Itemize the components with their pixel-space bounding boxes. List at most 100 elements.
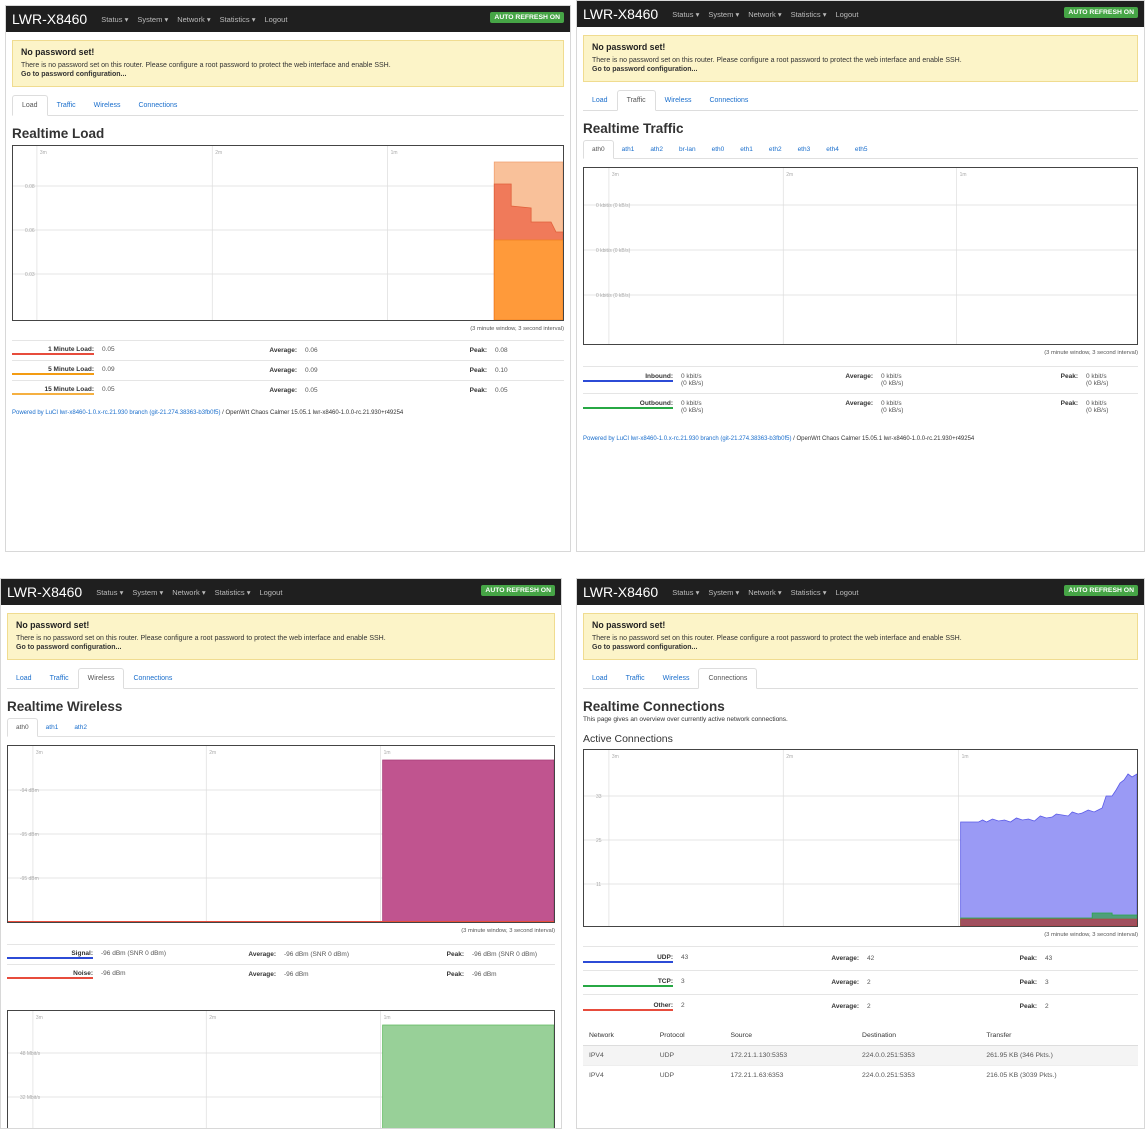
iface-tab-eth2[interactable]: eth2	[761, 141, 790, 158]
menu-statistics[interactable]: Statistics ▾	[220, 15, 256, 24]
window-caption: (3 minute window, 3 second interval)	[470, 325, 564, 332]
menu-system[interactable]: System ▾	[137, 15, 168, 24]
menu-network[interactable]: Network ▾	[748, 10, 781, 19]
tab-connections[interactable]: Connections	[698, 667, 758, 689]
menu-logout[interactable]: Logout	[835, 588, 858, 597]
brand-logo[interactable]: LWR-X8460	[583, 6, 658, 22]
no-password-alert: No password set! There is no password se…	[12, 40, 564, 87]
col-source[interactable]: Source	[724, 1025, 857, 1046]
menu-statistics[interactable]: Statistics ▾	[791, 10, 827, 19]
col-transfer[interactable]: Transfer	[980, 1025, 1138, 1046]
average-label: Average:	[269, 386, 297, 394]
stat-row: Outbound: 0 kbit/s (0 kB/s) Average: 0 kbit…	[583, 392, 1138, 420]
menu-network[interactable]: Network ▾	[172, 588, 205, 597]
x-tick: 2m	[209, 1015, 216, 1021]
menu-logout[interactable]: Logout	[264, 15, 287, 24]
iface-tab-ath0[interactable]: ath0	[583, 139, 614, 159]
menu-system[interactable]: System ▾	[708, 588, 739, 597]
tab-connections[interactable]: Connections	[124, 669, 181, 688]
tab-load[interactable]: Load	[583, 669, 617, 688]
x-tick: 2m	[786, 754, 793, 760]
menu-system[interactable]: System ▾	[132, 588, 163, 597]
connections-table: Network Protocol Source Destination Tran…	[583, 1025, 1138, 1085]
tab-load[interactable]: Load	[12, 94, 48, 116]
col-protocol[interactable]: Protocol	[653, 1025, 725, 1046]
tab-traffic[interactable]: Traffic	[41, 669, 78, 688]
page-title: Realtime Wireless	[7, 698, 123, 714]
luci-version-link[interactable]: Powered by LuCI lwr-x8460-1.0.x-rc.21.93…	[583, 436, 791, 442]
password-config-link[interactable]: Go to password configuration...	[16, 643, 546, 652]
brand-logo[interactable]: LWR-X8460	[12, 11, 87, 27]
no-password-alert: No password set! There is no password se…	[583, 35, 1138, 82]
y-tick: 11	[596, 882, 601, 888]
iface-tab-eth5[interactable]: eth5	[847, 141, 876, 158]
menu-status[interactable]: Status ▾	[672, 588, 699, 597]
tab-wireless[interactable]: Wireless	[656, 91, 701, 110]
menu-status[interactable]: Status ▾	[101, 15, 128, 24]
iface-tab-eth1[interactable]: eth1	[732, 141, 761, 158]
tab-connections[interactable]: Connections	[700, 91, 757, 110]
menu-status[interactable]: Status ▾	[672, 10, 699, 19]
average-value: 0.05	[305, 386, 318, 394]
menu-statistics[interactable]: Statistics ▾	[791, 588, 827, 597]
menu-logout[interactable]: Logout	[835, 10, 858, 19]
stat-value-kb: (0 kB/s)	[681, 379, 704, 387]
col-destination[interactable]: Destination	[856, 1025, 981, 1046]
menu-logout[interactable]: Logout	[259, 588, 282, 597]
average-label: Average:	[248, 950, 276, 958]
password-config-link[interactable]: Go to password configuration...	[21, 70, 555, 79]
auto-refresh-button[interactable]: AUTO REFRESH ON	[481, 585, 555, 596]
cell-source: 172.21.1.130:5353	[724, 1044, 857, 1066]
navbar: LWR-X8460 Status ▾ System ▾ Network ▾ St…	[1, 579, 561, 605]
menu-status[interactable]: Status ▾	[96, 588, 123, 597]
iface-tab-eth4[interactable]: eth4	[818, 141, 847, 158]
x-tick: 3m	[40, 150, 47, 156]
window-caption: (3 minute window, 3 second interval)	[1044, 349, 1138, 356]
average-value-kb: (0 kB/s)	[881, 406, 904, 414]
menu-system[interactable]: System ▾	[708, 10, 739, 19]
auto-refresh-button[interactable]: AUTO REFRESH ON	[1064, 585, 1138, 596]
luci-version-link[interactable]: Powered by LuCI lwr-x8460-1.0.x-rc.21.93…	[12, 410, 220, 416]
stat-label: Outbound:	[583, 400, 673, 409]
x-tick: 2m	[786, 172, 793, 178]
iface-tab-ath2[interactable]: ath2	[66, 719, 95, 736]
brand-logo[interactable]: LWR-X8460	[583, 584, 658, 600]
auto-refresh-button[interactable]: AUTO REFRESH ON	[490, 12, 564, 23]
col-network[interactable]: Network	[583, 1025, 654, 1046]
stat-row: TCP: 3 Average: 2 Peak: 3	[583, 969, 1138, 994]
iface-tab-ath0[interactable]: ath0	[7, 717, 38, 737]
stat-value: 0 kbit/s	[681, 372, 702, 380]
iface-tab-eth3[interactable]: eth3	[790, 141, 819, 158]
tab-load[interactable]: Load	[7, 669, 41, 688]
tab-load[interactable]: Load	[583, 91, 617, 110]
other-area	[960, 918, 1137, 926]
stat-value: 2	[681, 1001, 685, 1009]
y-tick: 0.08	[25, 184, 35, 190]
tab-wireless[interactable]: Wireless	[77, 667, 125, 689]
tab-wireless[interactable]: Wireless	[85, 96, 130, 115]
peak-value: 0.10	[495, 366, 508, 374]
tab-wireless[interactable]: Wireless	[654, 669, 699, 688]
password-config-link[interactable]: Go to password configuration...	[592, 643, 1129, 652]
brand-logo[interactable]: LWR-X8460	[7, 584, 82, 600]
interface-tabs: ath0 ath1 ath2	[7, 717, 555, 737]
auto-refresh-button[interactable]: AUTO REFRESH ON	[1064, 7, 1138, 18]
tab-connections[interactable]: Connections	[129, 96, 186, 115]
tab-traffic[interactable]: Traffic	[616, 89, 656, 111]
iface-tab-eth0[interactable]: eth0	[704, 141, 733, 158]
menu-statistics[interactable]: Statistics ▾	[215, 588, 251, 597]
iface-tab-ath1[interactable]: ath1	[614, 141, 643, 158]
tab-traffic[interactable]: Traffic	[617, 669, 654, 688]
active-connections-heading: Active Connections	[583, 732, 673, 745]
menu-network[interactable]: Network ▾	[748, 588, 781, 597]
navbar: LWR-X8460 Status ▾ System ▾ Network ▾ St…	[577, 1, 1144, 27]
tab-traffic[interactable]: Traffic	[48, 96, 85, 115]
iface-tab-br-lan[interactable]: br-lan	[671, 141, 704, 158]
iface-tab-ath2[interactable]: ath2	[642, 141, 671, 158]
load-stats: 1 Minute Load: 0.05 Average: 0.06 Peak: 0.0…	[12, 339, 564, 400]
menu-network[interactable]: Network ▾	[177, 15, 210, 24]
password-config-link[interactable]: Go to password configuration...	[592, 65, 1129, 74]
iface-tab-ath1[interactable]: ath1	[38, 719, 67, 736]
x-tick: 3m	[612, 754, 619, 760]
y-tick: -95 dBm	[20, 832, 39, 838]
